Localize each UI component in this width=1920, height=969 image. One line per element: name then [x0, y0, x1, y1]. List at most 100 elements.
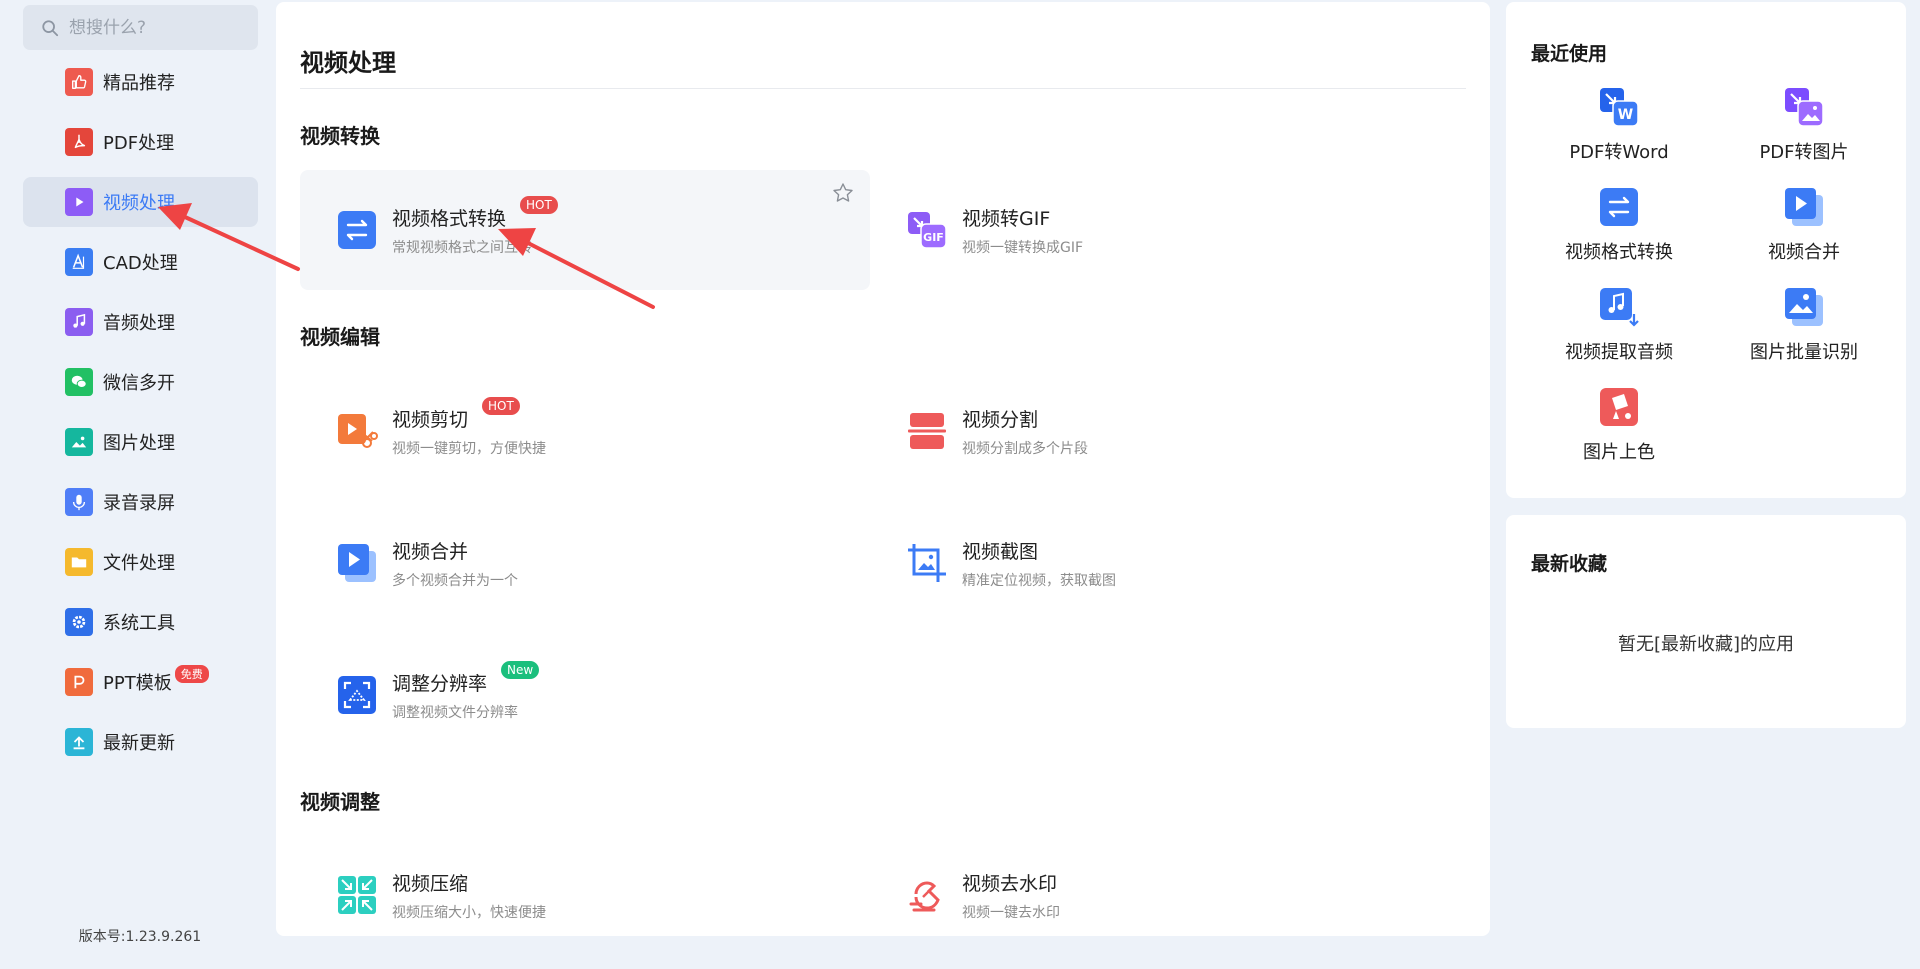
pdf-to-image-icon — [1785, 88, 1824, 127]
card-title: 视频转GIF — [962, 207, 1051, 230]
cad-icon — [65, 248, 93, 276]
favorites-title: 最新收藏 — [1531, 553, 1608, 575]
card-title: 视频截图 — [962, 540, 1039, 563]
section-title: 视频编辑 — [300, 325, 380, 349]
tool-card-video-screenshot[interactable]: 视频截图 精准定位视频，获取截图 — [870, 503, 1440, 623]
tool-card-video-merge[interactable]: 视频合并 多个视频合并为一个 — [300, 503, 870, 623]
video-cut-icon — [336, 410, 378, 452]
convert-arrows-icon — [1600, 188, 1638, 226]
tool-card-video-to-gif[interactable]: GIF 视频转GIF 视频一键转换成GIF — [870, 170, 1440, 290]
pdf-icon — [65, 128, 93, 156]
card-title: 视频合并 — [392, 540, 469, 563]
sidebar-item-label: 精品推荐 — [103, 73, 175, 94]
split-icon — [906, 410, 948, 452]
favorites-empty-text: 暂无[最新收藏]的应用 — [1617, 634, 1795, 655]
page-title: 视频处理 — [300, 49, 396, 77]
sidebar-item-ppt[interactable]: PPT模板 免费 — [23, 657, 258, 707]
card-title: 视频格式转换 — [392, 207, 507, 230]
sidebar-item-label: 视频处理 — [103, 193, 175, 214]
section-title: 视频转换 — [300, 124, 380, 148]
sidebar-item-system[interactable]: 系统工具 — [23, 597, 258, 647]
hot-badge: HOT — [482, 396, 520, 415]
card-subtitle: 视频一键转换成GIF — [962, 239, 1084, 256]
sidebar-item-label: PPT模板 — [103, 673, 172, 694]
gif-icon: GIF — [906, 209, 948, 251]
tool-card-remove-watermark[interactable]: 视频去水印 视频一键去水印 — [870, 835, 1440, 936]
sidebar-item-wechat[interactable]: 微信多开 — [23, 357, 258, 407]
sidebar-item-label: 图片处理 — [103, 433, 175, 454]
sidebar-item-recommended[interactable]: 精品推荐 — [23, 57, 258, 107]
recent-item-label: 视频合并 — [1768, 242, 1840, 263]
card-subtitle: 调整视频文件分辨率 — [392, 704, 518, 721]
tool-card-adjust-resolution[interactable]: 调整分辨率 New 调整视频文件分辨率 — [300, 635, 870, 755]
image-recognize-icon — [1785, 288, 1823, 326]
video-play-icon — [65, 188, 93, 216]
sidebar-item-label: 音频处理 — [103, 313, 175, 334]
recent-item-label: PDF转图片 — [1759, 142, 1849, 163]
tool-card-video-split[interactable]: 视频分割 视频分割成多个片段 — [870, 371, 1440, 491]
star-icon[interactable] — [832, 182, 854, 204]
music-note-icon — [65, 308, 93, 336]
recent-item-label: 视频提取音频 — [1565, 342, 1673, 363]
new-badge: New — [501, 660, 540, 679]
recent-item-label: 视频格式转换 — [1565, 242, 1673, 263]
search-icon — [41, 19, 59, 37]
recent-item-image-colorize[interactable]: 图片上色 — [1519, 386, 1719, 476]
sidebar-item-label: PDF处理 — [103, 133, 175, 154]
sidebar-item-pdf[interactable]: PDF处理 — [23, 117, 258, 167]
search-box[interactable] — [23, 5, 258, 50]
recent-title: 最近使用 — [1531, 43, 1608, 65]
sidebar-item-files[interactable]: 文件处理 — [23, 537, 258, 587]
card-title: 调整分辨率 — [392, 672, 488, 695]
tool-card-video-compress[interactable]: 视频压缩 视频压缩大小，快速便捷 — [300, 835, 870, 936]
recent-item-video-format-convert[interactable]: 视频格式转换 — [1519, 186, 1719, 276]
search-input[interactable] — [69, 17, 249, 38]
version-label: 版本号:1.23.9.261 — [78, 929, 202, 945]
favorites-panel: 最新收藏 暂无[最新收藏]的应用 — [1506, 515, 1906, 728]
sidebar-item-label: CAD处理 — [103, 253, 178, 274]
sidebar-item-cad[interactable]: CAD处理 — [23, 237, 258, 287]
sidebar-item-label: 系统工具 — [103, 613, 175, 634]
hot-badge: HOT — [520, 195, 558, 214]
sidebar-item-video[interactable]: 视频处理 — [23, 177, 258, 227]
compress-icon — [336, 874, 378, 916]
ppt-icon — [65, 668, 93, 696]
svg-text:GIF: GIF — [923, 231, 944, 244]
sidebar: 精品推荐 PDF处理 视频处理 CAD处理 音频处理 — [0, 0, 274, 969]
sidebar-item-updates[interactable]: 最新更新 — [23, 717, 258, 767]
video-merge-icon — [336, 542, 378, 584]
recent-item-video-merge[interactable]: 视频合并 — [1704, 186, 1904, 276]
recent-item-pdf-to-word[interactable]: W PDF转Word — [1519, 86, 1719, 176]
recent-item-image-recognize[interactable]: 图片批量识别 — [1704, 286, 1904, 376]
video-merge-icon — [1785, 188, 1823, 226]
tool-card-video-cut[interactable]: 视频剪切 HOT 视频一键剪切，方便快捷 — [300, 371, 870, 491]
recent-panel: 最近使用 W PDF转Word PDF转图片 视频格式转换 视频合并 视频提取音… — [1506, 2, 1906, 498]
pdf-to-word-icon: W — [1600, 88, 1639, 127]
sidebar-item-label: 文件处理 — [103, 553, 175, 574]
sidebar-item-image[interactable]: 图片处理 — [23, 417, 258, 467]
folder-icon — [65, 548, 93, 576]
sidebar-item-record[interactable]: 录音录屏 — [23, 477, 258, 527]
card-subtitle: 常规视频格式之间互转 — [392, 239, 532, 256]
microphone-icon — [65, 488, 93, 516]
card-subtitle: 视频一键剪切，方便快捷 — [392, 440, 546, 457]
wechat-icon — [65, 368, 93, 396]
crop-screenshot-icon — [906, 542, 948, 584]
recent-item-pdf-to-image[interactable]: PDF转图片 — [1704, 86, 1904, 176]
extract-audio-icon — [1600, 288, 1639, 327]
card-title: 视频去水印 — [962, 872, 1058, 895]
section-title: 视频调整 — [300, 790, 380, 814]
sidebar-item-audio[interactable]: 音频处理 — [23, 297, 258, 347]
card-subtitle: 视频分割成多个片段 — [962, 440, 1088, 457]
main-panel: 视频处理 视频转换 视频格式转换 HOT 常规视频格式之间互转 GIF 视频转GI… — [276, 2, 1490, 936]
recent-item-extract-audio[interactable]: 视频提取音频 — [1519, 286, 1719, 376]
sidebar-item-label: 最新更新 — [103, 733, 175, 754]
tool-card-video-format-convert[interactable]: 视频格式转换 HOT 常规视频格式之间互转 — [300, 170, 870, 290]
thumbs-up-icon — [65, 68, 93, 96]
card-title: 视频分割 — [962, 408, 1039, 431]
svg-text:W: W — [1618, 107, 1633, 123]
card-subtitle: 精准定位视频，获取截图 — [962, 572, 1116, 589]
watermark-remove-icon — [906, 874, 948, 916]
card-subtitle: 多个视频合并为一个 — [392, 572, 518, 589]
recent-item-label: 图片批量识别 — [1750, 342, 1858, 363]
